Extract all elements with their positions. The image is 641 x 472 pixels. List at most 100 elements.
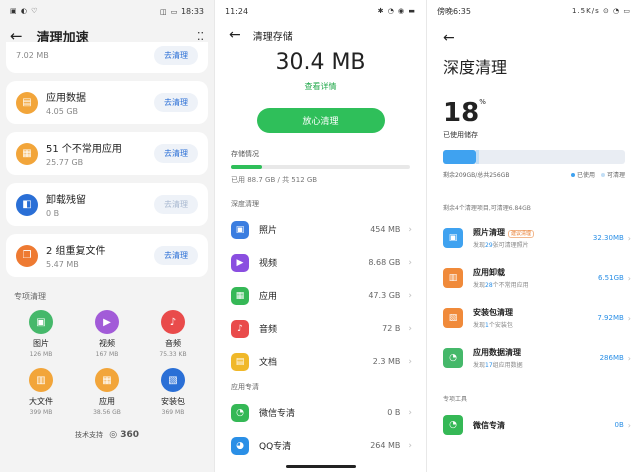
tool-row[interactable]: ◔ 微信专清 0B ›: [427, 405, 641, 445]
row-value: 2.3 MB: [372, 357, 401, 366]
row-icon: ◔: [231, 403, 249, 422]
storage-row[interactable]: ▦ 应用 47.3 GB ›: [215, 279, 426, 312]
row-title-text: 应用卸载: [473, 268, 505, 277]
card-size: 5.47 MB: [46, 260, 79, 269]
deep-clean-row[interactable]: ▧ 安装包清理 发现1个安装包 7.92MB ›: [427, 298, 641, 338]
desc-post: 组应用数据: [492, 362, 523, 369]
clean-button[interactable]: 去清理: [154, 144, 198, 163]
deep-clean-row[interactable]: ◔ 应用数据清理 发现17组应用数据 286MB ›: [427, 338, 641, 378]
clean-card[interactable]: ◧ 卸载残留 0 B 去清理: [6, 183, 208, 226]
section-deep-clean: 深度清理: [231, 200, 259, 208]
row-value: 286MB: [599, 354, 624, 362]
card-icon: ▤: [16, 91, 38, 114]
clean-card[interactable]: ❐ 2 组重复文件 5.47 MB 去清理: [6, 234, 208, 277]
row-title: 安装包清理: [473, 307, 597, 318]
grid-icon: ♪: [161, 310, 185, 334]
storage-row[interactable]: ▤ 文档 2.3 MB ›: [215, 345, 426, 378]
used-storage-label: 已使用储存: [443, 131, 478, 139]
row-title: 应用卸载: [473, 267, 598, 278]
storage-bar: [443, 150, 625, 164]
storage-row[interactable]: ◕ QQ专清 264 MB ›: [215, 429, 426, 462]
back-arrow-icon[interactable]: ←: [229, 27, 241, 43]
brand-360-logo: ◎ 360: [109, 430, 140, 440]
used-percent: 18%: [427, 78, 641, 128]
clean-button[interactable]: 去清理: [154, 246, 198, 265]
row-icon: ▣: [231, 220, 249, 239]
cleanup-speed-panel: ▣ ◐ ♡ ◫ ▭ 18:33 ← 清理加速 ⁚⁚ 7.02 MB 去清理 ▤ 应…: [0, 0, 214, 472]
clean-button[interactable]: 去清理: [154, 46, 198, 65]
grid-icon: ▣: [29, 310, 53, 334]
card-icon: ◧: [16, 193, 38, 216]
status-bar: ▣ ◐ ♡ ◫ ▭ 18:33: [0, 0, 214, 22]
view-details-link[interactable]: 查看详情: [215, 81, 426, 92]
more-icon[interactable]: ⁚⁚: [197, 30, 204, 43]
row-label: 应用: [259, 292, 278, 302]
row-icon: ◔: [443, 348, 463, 368]
tech-support-footer: 技术支持 ◎ 360: [0, 430, 214, 440]
storage-label: 存储情况: [231, 150, 259, 158]
row-icon: ▧: [443, 308, 463, 328]
clean-button[interactable]: 去清理: [154, 195, 198, 214]
back-arrow-icon[interactable]: ←: [427, 22, 641, 48]
row-desc: 发现29张可清理照片: [473, 240, 593, 249]
storage-row[interactable]: ◔ 微信专清 0 B ›: [215, 396, 426, 429]
card-text: 51 个不常用应用 25.77 GB: [46, 140, 146, 167]
chevron-right-icon: ›: [627, 353, 631, 363]
grid-item[interactable]: ▥ 大文件 399 MB: [8, 368, 74, 416]
card-icon: ▦: [16, 142, 38, 165]
grid-size: 38.56 GB: [93, 409, 121, 416]
suggest-tag: 建议清理: [508, 230, 535, 238]
storage-info: 已用 88.7 GB / 共 512 GB: [231, 176, 318, 184]
status-time: 11:24: [225, 6, 249, 16]
deep-clean-row[interactable]: ▥ 应用卸载 发现28个不常用应用 6.51GB ›: [427, 258, 641, 298]
section-app-clean: 应用专清: [231, 383, 259, 391]
row-icon: ▥: [443, 268, 463, 288]
desc-num: 28: [485, 282, 493, 289]
status-icons-right: 1.5K/s ⊙ ◔ ▭: [572, 7, 631, 15]
chevron-right-icon: ›: [408, 440, 412, 451]
card-size: 7.02 MB: [16, 51, 49, 60]
clean-card[interactable]: ▦ 51 个不常用应用 25.77 GB 去清理: [6, 132, 208, 175]
row-label: QQ专清: [259, 442, 292, 452]
row-title-text: 照片清理: [473, 228, 505, 237]
clean-card[interactable]: ▤ 应用数据 4.05 GB 去清理: [6, 81, 208, 124]
grid-item[interactable]: ♪ 音频 75.33 KB: [140, 310, 206, 358]
legend-used: 已使用: [576, 172, 595, 179]
grid-item[interactable]: ▶ 视频 167 MB: [74, 310, 140, 358]
storage-progress-bar: [231, 165, 410, 169]
page-title: 清理存储: [252, 31, 293, 43]
grid-icon: ▦: [95, 368, 119, 392]
chevron-right-icon: ›: [627, 233, 631, 243]
chevron-right-icon: ›: [408, 257, 412, 268]
storage-row[interactable]: ▶ 视频 8.68 GB ›: [215, 246, 426, 279]
clean-button[interactable]: 去清理: [154, 93, 198, 112]
row-icon: ▶: [231, 253, 249, 272]
grid-item[interactable]: ▣ 图片 126 MB: [8, 310, 74, 358]
row-value: 0 B: [387, 408, 401, 417]
status-icons-right: ◫ ▭: [159, 7, 179, 16]
grid-size: 126 MB: [29, 351, 53, 358]
clean-storage-panel: 11:24 ✱ ◔ ◉ ▬ ← 清理存储 30.4 MB 查看详情 放心清理 存…: [214, 0, 426, 472]
row-icon: ◔: [443, 415, 463, 435]
status-bar: 傍晚6:35 1.5K/s ⊙ ◔ ▭: [427, 0, 641, 22]
deep-clean-panel: 傍晚6:35 1.5K/s ⊙ ◔ ▭ ← 深度清理 18% 已使用储存 剩余2…: [426, 0, 641, 472]
storage-row[interactable]: ▣ 照片 454 MB ›: [215, 213, 426, 246]
grid-size: 167 MB: [95, 351, 119, 358]
card-name: 应用数据: [46, 93, 86, 104]
deep-clean-row[interactable]: ▣ 照片清理 建议清理 发现29张可清理照片 32.30MB ›: [427, 218, 641, 258]
storage-text: 剩余209GB/总共256GB: [443, 172, 510, 179]
safe-clean-button[interactable]: 放心清理: [256, 108, 385, 133]
storage-bar-cleanable: [475, 150, 480, 164]
storage-row[interactable]: ♪ 音频 72 B ›: [215, 312, 426, 345]
desc-pre: 发现: [473, 362, 486, 369]
grid-item[interactable]: ▦ 应用 38.56 GB: [74, 368, 140, 416]
card-text: 卸载残留 0 B: [46, 191, 146, 218]
chevron-right-icon: ›: [408, 356, 412, 367]
grid-item[interactable]: ▧ 安装包 369 MB: [140, 368, 206, 416]
chevron-right-icon: ›: [408, 407, 412, 418]
legend-used-dot: [570, 173, 575, 177]
desc-post: 个安装包: [488, 322, 513, 329]
partial-card: 7.02 MB 去清理: [6, 42, 208, 73]
chevron-right-icon: ›: [408, 224, 412, 235]
legend-free: 可清理: [606, 172, 625, 179]
